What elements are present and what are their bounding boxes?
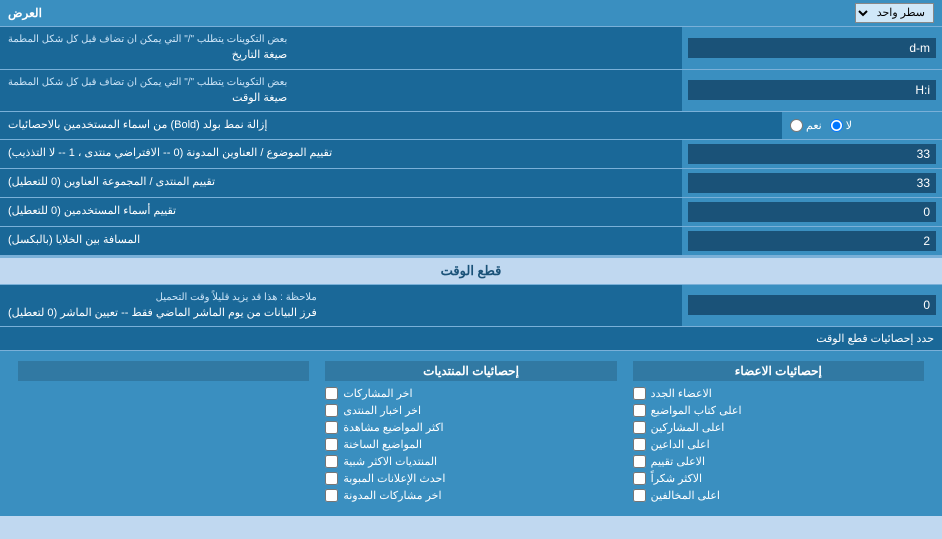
checkbox-top-participants-input[interactable] [633,421,646,434]
col2-header: إحصائيات المنتديات [325,361,616,381]
checkbox-last-blog-posts: اخر مشاركات المدونة [325,489,616,502]
checkbox-forum-news-input[interactable] [325,404,338,417]
checkbox-new-members-label: الاعضاء الجدد [651,387,712,400]
checkbox-top-violators-input[interactable] [633,489,646,502]
time-format-label-cell: بعض التكوينات يتطلب "/" التي يمكن ان تضا… [0,70,682,112]
user-sort-input-cell [682,198,942,226]
time-filter-input[interactable] [688,295,936,315]
date-format-input[interactable] [688,38,936,58]
checkbox-most-thanked-label: الاكثر شكراً [651,472,702,485]
bold-no-label: لا [846,119,852,132]
time-filter-sublabel: ملاحظة : هذا قد يزيد قليلاً وقت التحميل [8,290,317,305]
checkbox-latest-classifieds-input[interactable] [325,472,338,485]
checkbox-new-members-input[interactable] [633,387,646,400]
col3-stats: إحصائيات الاعضاء الاعضاء الجدد اعلى كتاب… [625,357,932,510]
topic-sort-label: تقييم الموضوع / العناوين المدونة (0 -- ا… [0,140,682,168]
checkbox-highest-rated: الاعلى تقييم [633,455,924,468]
checkbox-top-callers-label: اعلى الداعين [651,438,710,451]
cell-spacing-input[interactable] [688,231,936,251]
bold-remove-label: إزالة نمط بولد (Bold) من اسماء المستخدمي… [0,112,782,139]
display-dropdown-cell[interactable]: سطر واحد [855,3,934,23]
checkbox-latest-classifieds: احدث الإعلانات المبوبة [325,472,616,485]
time-format-label: صيغة الوقت [8,90,287,107]
col1-header [18,361,309,381]
display-label: العرض [8,6,42,20]
date-format-label-cell: بعض التكوينات يتطلب "/" التي يمكن ان تضا… [0,27,682,69]
bold-remove-row: لا نعم إزالة نمط بولد (Bold) من اسماء ال… [0,112,942,140]
cell-spacing-row: المسافة بين الخلايا (بالبكسل) [0,227,942,256]
checkbox-last-posts-label: اخر المشاركات [343,387,412,400]
limit-stats-label: حدد إحصائيات قطع الوقت [816,333,934,345]
col2-stats: إحصائيات المنتديات اخر المشاركات اخر اخب… [317,357,624,510]
time-filter-label: فرز البيانات من يوم الماشر الماضي فقط --… [8,305,317,322]
bold-no-radio[interactable] [830,119,843,132]
checkboxes-section: إحصائيات الاعضاء الاعضاء الجدد اعلى كتاب… [0,351,942,516]
display-select[interactable]: سطر واحد [855,3,934,23]
checkbox-most-similar-forums: المنتديات الاكثر شبية [325,455,616,468]
checkbox-highest-rated-label: الاعلى تقييم [651,455,705,468]
checkbox-most-viewed-input[interactable] [325,421,338,434]
checkbox-forum-news-label: اخر اخبار المنتدى [343,404,421,417]
forum-sort-input-cell [682,169,942,197]
time-filter-row: ملاحظة : هذا قد يزيد قليلاً وقت التحميل … [0,285,942,328]
user-sort-label: تقييم أسماء المستخدمين (0 للتعطيل) [0,198,682,226]
time-filter-input-cell [682,285,942,327]
checkbox-top-topic-writers-label: اعلى كتاب المواضيع [651,404,742,417]
time-section-title: قطع الوقت [441,263,502,278]
time-filter-label-cell: ملاحظة : هذا قد يزيد قليلاً وقت التحميل … [0,285,682,327]
checkbox-last-posts: اخر المشاركات [325,387,616,400]
checkboxes-grid: إحصائيات الاعضاء الاعضاء الجدد اعلى كتاب… [10,357,932,510]
date-format-label: صيغة التاريخ [8,47,287,64]
bold-yes-radio[interactable] [790,119,803,132]
bold-remove-radio-cell: لا نعم [782,112,942,139]
col3-header: إحصائيات الاعضاء [633,361,924,381]
checkbox-hot-topics-label: المواضيع الساخنة [343,438,422,451]
checkbox-latest-classifieds-label: احدث الإعلانات المبوبة [343,472,445,485]
checkbox-top-callers-input[interactable] [633,438,646,451]
date-format-sublabel: بعض التكوينات يتطلب "/" التي يمكن ان تضا… [8,32,287,47]
user-sort-input[interactable] [688,202,936,222]
checkbox-last-blog-posts-input[interactable] [325,489,338,502]
display-header-row: سطر واحد العرض [0,0,942,27]
checkbox-new-members: الاعضاء الجدد [633,387,924,400]
checkbox-hot-topics: المواضيع الساخنة [325,438,616,451]
user-sort-row: تقييم أسماء المستخدمين (0 للتعطيل) [0,198,942,227]
forum-sort-row: تقييم المنتدى / المجموعة العناوين (0 للت… [0,169,942,198]
date-format-row: بعض التكوينات يتطلب "/" التي يمكن ان تضا… [0,27,942,70]
checkbox-top-violators: اعلى المخالفين [633,489,924,502]
checkbox-most-viewed-label: اكثر المواضيع مشاهدة [343,421,443,434]
checkbox-forum-news: اخر اخبار المنتدى [325,404,616,417]
bold-yes-label: نعم [806,119,822,132]
checkbox-top-participants-label: اعلى المشاركين [651,421,725,434]
checkbox-last-blog-posts-label: اخر مشاركات المدونة [343,489,441,502]
checkbox-most-thanked-input[interactable] [633,472,646,485]
col1-stats [10,357,317,510]
checkbox-top-topic-writers-input[interactable] [633,404,646,417]
cell-spacing-input-cell [682,227,942,255]
topic-sort-input[interactable] [688,144,936,164]
checkbox-last-posts-input[interactable] [325,387,338,400]
checkbox-most-similar-forums-label: المنتديات الاكثر شبية [343,455,437,468]
topic-sort-input-cell [682,140,942,168]
checkbox-most-viewed: اكثر المواضيع مشاهدة [325,421,616,434]
checkbox-top-participants: اعلى المشاركين [633,421,924,434]
forum-sort-input[interactable] [688,173,936,193]
checkbox-most-thanked: الاكثر شكراً [633,472,924,485]
checkbox-top-topic-writers: اعلى كتاب المواضيع [633,404,924,417]
time-section-header: قطع الوقت [0,256,942,285]
checkbox-hot-topics-input[interactable] [325,438,338,451]
time-format-input[interactable] [688,80,936,100]
time-format-sublabel: بعض التكوينات يتطلب "/" التي يمكن ان تضا… [8,75,287,90]
topic-sort-row: تقييم الموضوع / العناوين المدونة (0 -- ا… [0,140,942,169]
time-format-row: بعض التكوينات يتطلب "/" التي يمكن ان تضا… [0,70,942,113]
cell-spacing-label: المسافة بين الخلايا (بالبكسل) [0,227,682,255]
limit-stats-row: حدد إحصائيات قطع الوقت [0,327,942,351]
date-format-input-cell [682,27,942,69]
checkbox-top-violators-label: اعلى المخالفين [651,489,720,502]
time-format-input-cell [682,70,942,112]
forum-sort-label: تقييم المنتدى / المجموعة العناوين (0 للت… [0,169,682,197]
checkbox-highest-rated-input[interactable] [633,455,646,468]
checkbox-most-similar-forums-input[interactable] [325,455,338,468]
checkbox-top-callers: اعلى الداعين [633,438,924,451]
